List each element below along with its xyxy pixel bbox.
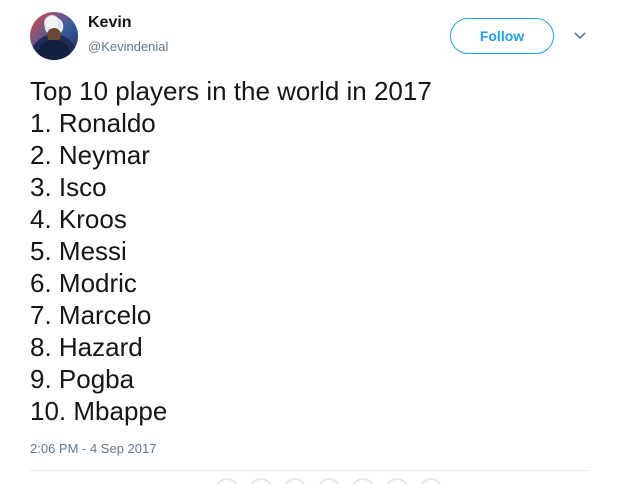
tweet-timestamp[interactable]: 2:06 PM - 4 Sep 2017 — [30, 441, 156, 456]
avatar[interactable] — [30, 12, 78, 60]
liker-avatar[interactable] — [351, 478, 375, 484]
liker-avatar[interactable] — [249, 478, 273, 484]
tweet-line: 2. Neymar — [30, 140, 150, 170]
tweet-line: 3. Isco — [30, 172, 107, 202]
tweet-line: 6. Modric — [30, 268, 137, 298]
user-handle[interactable]: @Kevindenial — [88, 39, 168, 54]
liker-avatar[interactable] — [215, 478, 239, 484]
tweet-line: Top 10 players in the world in 2017 — [30, 76, 432, 106]
divider — [30, 470, 590, 471]
liker-avatar[interactable] — [283, 478, 307, 484]
display-name[interactable]: Kevin — [88, 14, 132, 32]
tweet-text: Top 10 players in the world in 2017 1. R… — [30, 75, 590, 427]
chevron-down-icon[interactable] — [570, 28, 590, 44]
tweet-line: 8. Hazard — [30, 332, 143, 362]
tweet-line: 7. Marcelo — [30, 300, 152, 330]
tweet-line: 10. Mbappe — [30, 396, 168, 426]
liker-avatar[interactable] — [419, 478, 443, 484]
tweet-line: 9. Pogba — [30, 364, 135, 394]
follow-button[interactable]: Follow — [450, 18, 554, 54]
liker-avatars[interactable] — [215, 478, 443, 484]
liker-avatar[interactable] — [385, 478, 409, 484]
tweet-card: Kevin @Kevindenial Follow Top 10 players… — [0, 0, 619, 484]
tweet-line: 5. Messi — [30, 236, 127, 266]
liker-avatar[interactable] — [317, 478, 341, 484]
avatar-body — [38, 40, 70, 60]
tweet-line: 1. Ronaldo — [30, 108, 156, 138]
tweet-line: 4. Kroos — [30, 204, 127, 234]
